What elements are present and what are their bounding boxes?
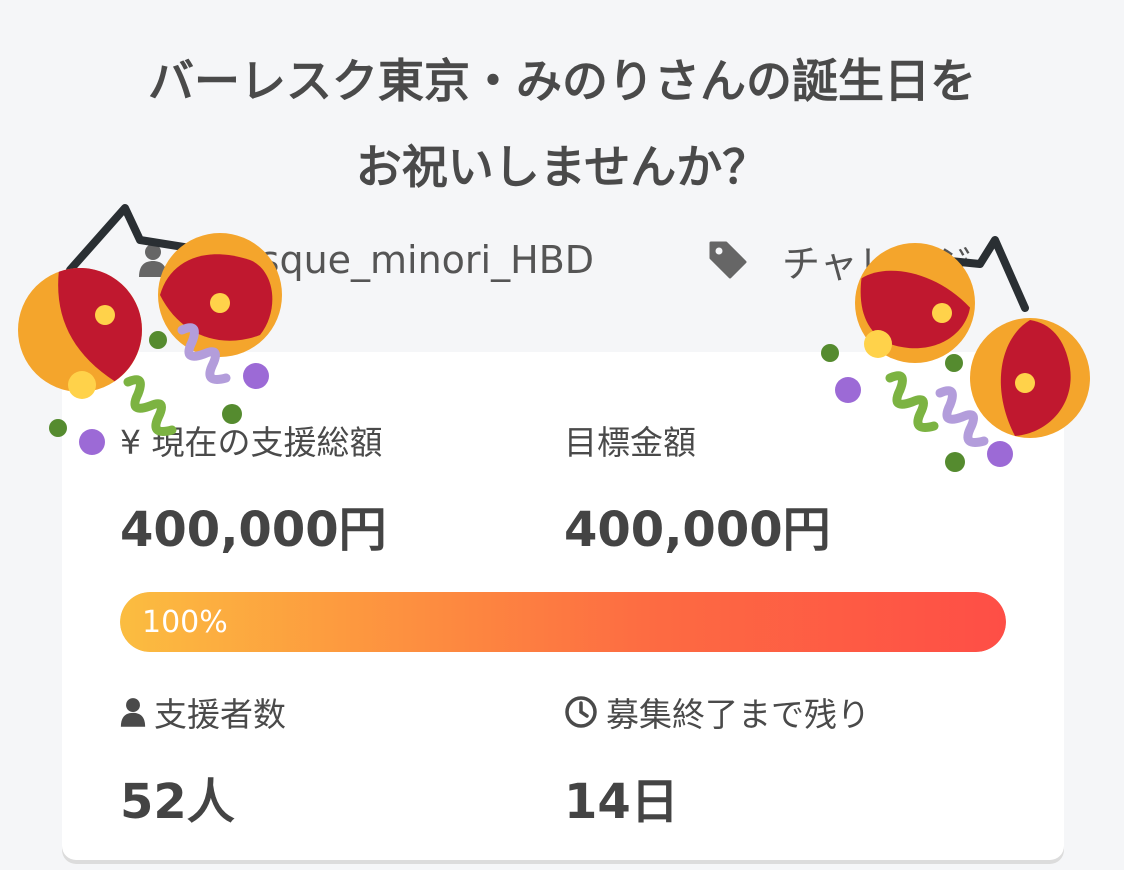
remaining-value: 14日 [564,774,679,830]
goal-label: 目標金額 [564,423,696,462]
remaining-label-row: 募集終了まで残り [564,688,870,736]
progress-text: 100% [142,604,228,640]
supporters-value: 52人 [120,774,235,830]
party-popper-icon [18,204,282,455]
progress-fill: 100% [120,592,1006,652]
party-popper-icon [821,236,1090,472]
current-total-value: 400,000円 [120,502,387,558]
remaining-stat: 募集終了まで残り 14日 [564,688,870,832]
page-title-line1: バーレスク東京・みのりさんの誕生日を [148,54,976,108]
remaining-label: 募集終了まで残り [606,695,870,734]
supporters-label-row: 支援者数 [120,688,286,736]
page-title-line2: お祝いしませんか？ [355,140,769,194]
goal-stat: 目標金額 400,000円 [564,416,831,560]
tag-icon [709,241,747,279]
page-title: バーレスク東京・みのりさんの誕生日を お祝いしませんか？ [0,38,1124,210]
goal-value: 400,000円 [564,502,831,558]
supporters-stat: 支援者数 52人 [120,688,286,832]
clock-icon [565,696,597,728]
user-icon [120,698,146,727]
progress-bar: 100% [120,592,1006,652]
supporters-label: 支援者数 [154,695,286,734]
